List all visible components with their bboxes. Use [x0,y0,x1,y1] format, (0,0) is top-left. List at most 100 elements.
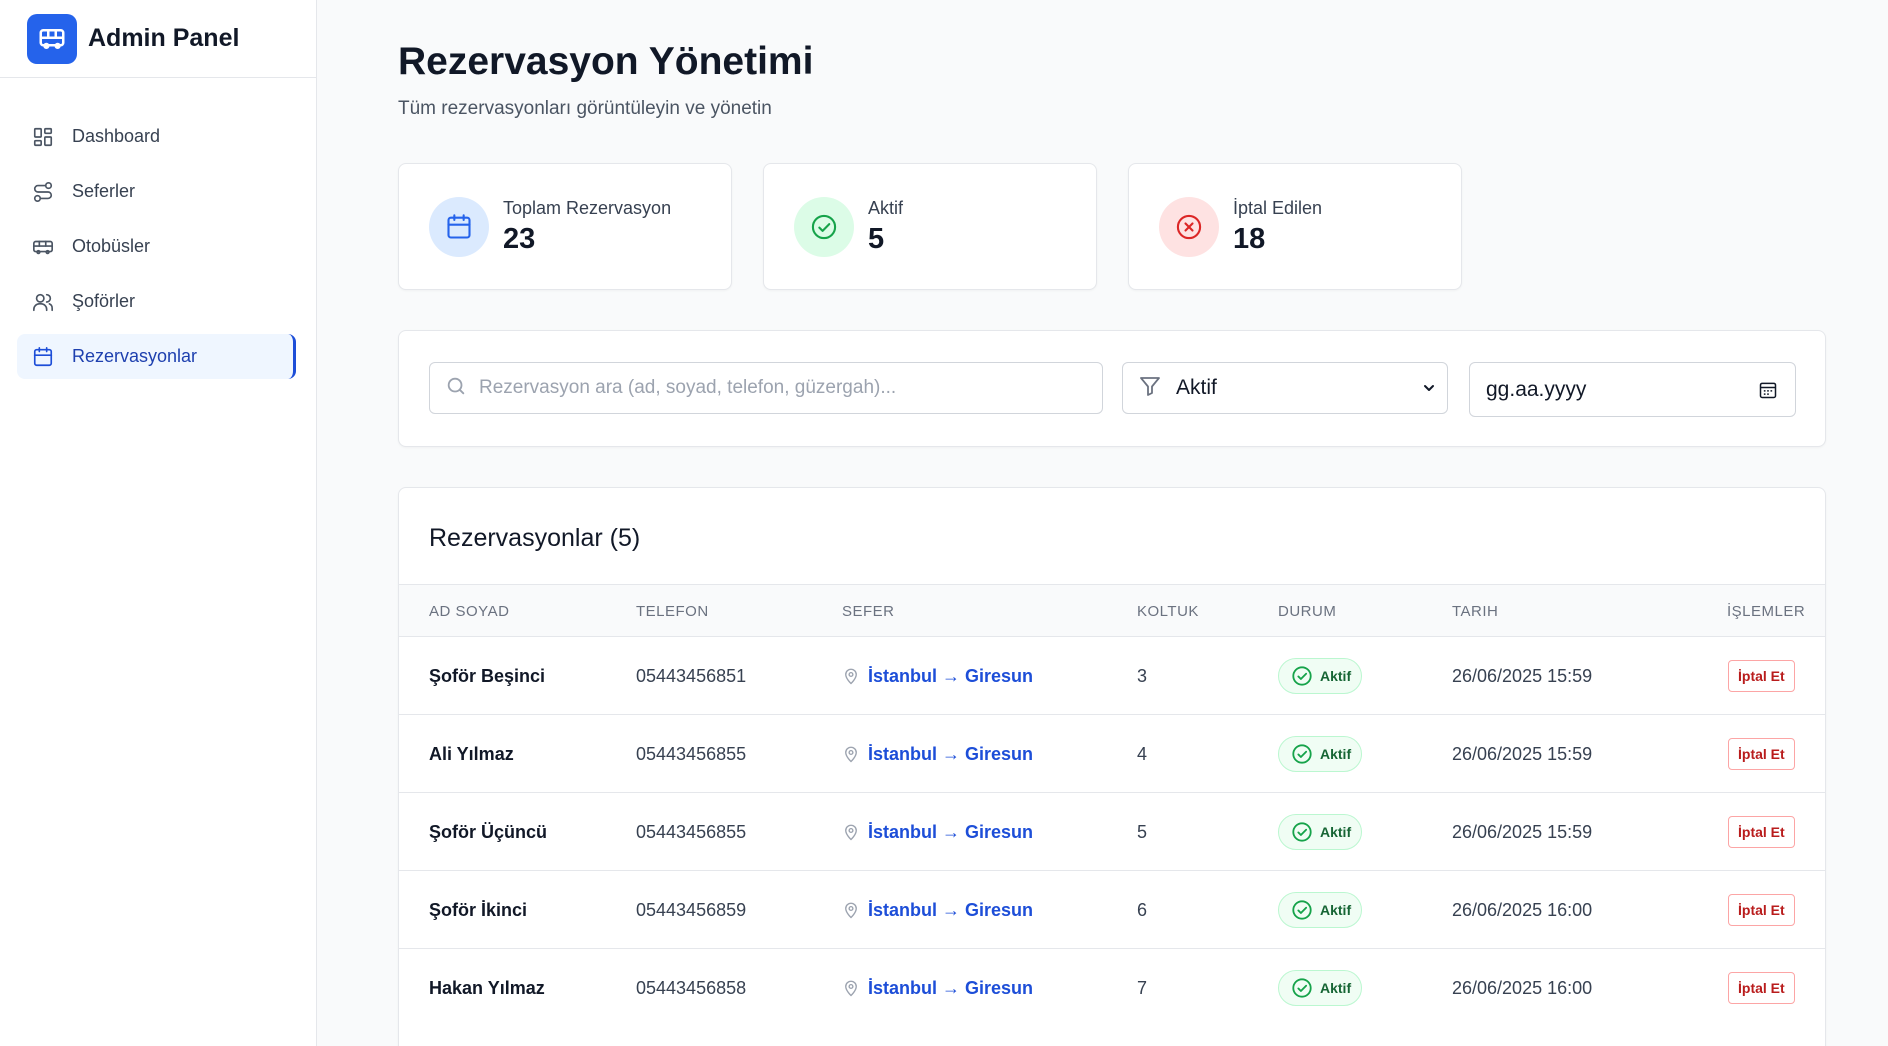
map-pin-icon [845,668,857,685]
map-pin-icon [845,824,857,841]
reservation-date: 26/06/2025 15:59 [1452,821,1593,842]
cancel-reservation-button[interactable]: İptal Et [1728,972,1795,1004]
status-badge: Aktif [1278,736,1363,772]
column-header-status: Durum [1278,603,1337,620]
status-filter-value: Aktif [1176,376,1217,399]
check-circle-icon [1292,900,1312,920]
calendar-icon [31,345,55,369]
passenger-name: Şoför Üçüncü [429,821,548,842]
search-input[interactable] [479,377,1079,399]
sidebar-item-label: Seferler [72,181,136,201]
map-pin-icon [845,980,857,997]
sidebar-item-label: Dashboard [72,126,161,146]
route-text: İstanbul → Giresun [868,821,1034,842]
route-link[interactable]: İstanbul → Giresun [842,949,1033,1027]
cancel-reservation-button[interactable]: İptal Et [1728,894,1795,926]
column-header-phone: Telefon [636,603,709,620]
stat-value: 18 [1233,222,1266,255]
route-text: İstanbul → Giresun [868,899,1034,920]
stat-label: Toplam Rezervasyon [503,197,672,218]
reservation-date: 26/06/2025 16:00 [1452,899,1593,920]
status-filter-select[interactable]: Aktif [1122,362,1448,414]
route-text: İstanbul → Giresun [868,977,1034,998]
stat-card-cancelled: İptal Edilen 18 [1128,163,1462,290]
cancel-reservation-button[interactable]: İptal Et [1728,738,1795,770]
chevron-down-icon [1421,380,1437,401]
status-badge: Aktif [1278,658,1363,694]
column-header-route: Sefer [842,603,895,620]
status-text: Aktif [1320,746,1352,762]
passenger-phone: 05443456855 [636,743,747,764]
status-badge: Aktif [1278,814,1363,850]
brand: Admin Panel [0,0,316,78]
route-link[interactable]: İstanbul → Giresun [842,871,1033,949]
check-circle-icon [794,196,854,257]
x-circle-icon [1159,196,1219,257]
passenger-phone: 05443456855 [636,821,747,842]
stat-card-active: Aktif 5 [763,163,1097,290]
stat-value: 23 [503,222,536,255]
reservation-date: 26/06/2025 16:00 [1452,977,1593,998]
calendar-icon [429,196,489,257]
passenger-name: Hakan Yılmaz [429,977,545,998]
sidebar-item-otobusler[interactable]: Otobüsler [17,224,296,269]
seat-number: 6 [1137,899,1148,920]
map-pin-icon [845,902,857,919]
route-link[interactable]: İstanbul → Giresun [842,793,1033,871]
route-text: İstanbul → Giresun [868,665,1034,686]
stat-value: 5 [868,222,885,255]
status-text: Aktif [1320,980,1352,996]
column-header-seat: Koltuk [1137,603,1199,620]
sidebar-item-dashboard[interactable]: Dashboard [17,114,296,159]
date-filter-input[interactable]: gg.aa.yyyy [1469,362,1796,417]
search-box [429,362,1103,414]
seat-number: 4 [1137,743,1148,764]
reservation-date: 26/06/2025 15:59 [1452,743,1593,764]
sidebar-item-seferler[interactable]: Seferler [17,169,296,214]
status-cell: Aktif [1278,949,1363,1027]
sidebar-item-soforler[interactable]: Şoförler [17,279,296,324]
seat-number: 7 [1137,977,1148,998]
column-header-actions: İşlemler [1727,603,1806,620]
table-row: Şoför Beşinci 05443456851 İstanbul → Gir… [399,636,1825,715]
sidebar-item-label: Şoförler [72,291,136,311]
map-pin-icon [845,746,857,763]
status-cell: Aktif [1278,637,1363,715]
status-text: Aktif [1320,824,1352,840]
column-header-name: Ad Soyad [429,603,510,620]
action-cell: İptal Et [1728,871,1795,949]
passenger-phone: 05443456858 [636,977,747,998]
action-cell: İptal Et [1728,715,1795,793]
passenger-name: Şoför İkinci [429,899,528,920]
sidebar-item-rezervasyonlar[interactable]: Rezervasyonlar [17,334,296,379]
passenger-phone: 05443456859 [636,899,747,920]
action-cell: İptal Et [1728,637,1795,715]
dashboard-icon [31,125,55,149]
sidebar-item-label: Rezervasyonlar [72,346,198,366]
status-cell: Aktif [1278,715,1363,793]
table-row: Ali Yılmaz 05443456855 İstanbul → Giresu… [399,714,1825,793]
status-text: Aktif [1320,902,1352,918]
stat-label: İptal Edilen [1233,197,1323,218]
filter-icon [1138,374,1162,403]
sidebar-item-label: Otobüsler [72,236,151,256]
status-badge: Aktif [1278,892,1363,928]
reservations-table-card: Rezervasyonlar (5) Ad Soyad Telefon Sefe… [398,487,1826,1046]
table-header: Ad Soyad Telefon Sefer Koltuk Durum Tari… [399,584,1825,636]
reservation-date: 26/06/2025 15:59 [1452,665,1593,686]
route-link[interactable]: İstanbul → Giresun [842,715,1033,793]
date-filter-value: gg.aa.yyyy [1486,377,1587,401]
cancel-reservation-button[interactable]: İptal Et [1728,660,1795,692]
table-row: Şoför Üçüncü 05443456855 İstanbul → Gire… [399,792,1825,871]
bus-logo-icon [27,13,77,64]
status-badge: Aktif [1278,970,1363,1006]
route-link[interactable]: İstanbul → Giresun [842,637,1033,715]
brand-title: Admin Panel [88,24,240,52]
calendar-picker-icon[interactable] [1758,380,1778,405]
cancel-reservation-button[interactable]: İptal Et [1728,816,1795,848]
passenger-phone: 05443456851 [636,665,747,686]
passenger-name: Şoför Beşinci [429,665,546,686]
status-cell: Aktif [1278,871,1363,949]
status-cell: Aktif [1278,793,1363,871]
check-circle-icon [1292,744,1312,764]
